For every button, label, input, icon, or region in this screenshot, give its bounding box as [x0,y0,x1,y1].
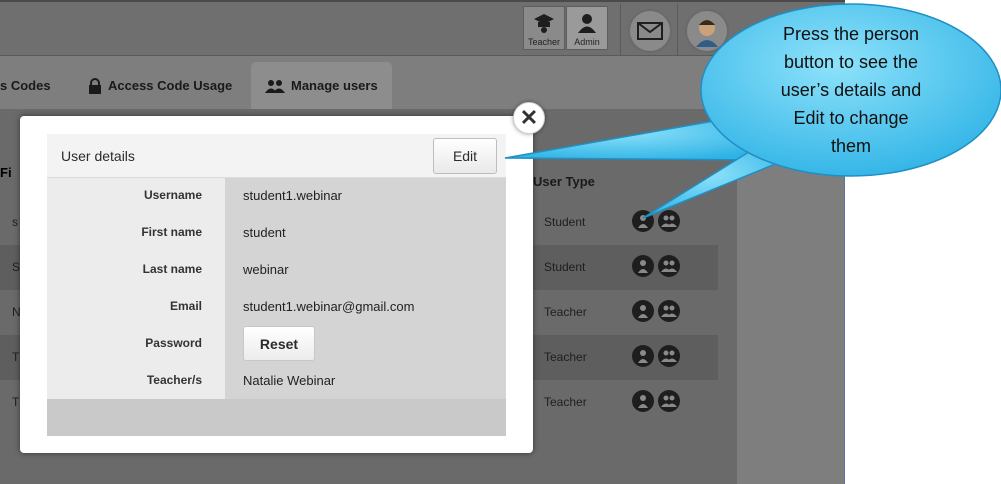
screenshot-stage: Teacher Admin s Codes Access Code Usage … [0,0,1001,484]
callout-text: Press the person button to see the user’… [746,20,956,160]
callout-line: button to see the [783,52,919,72]
callout-line: Edit to change [793,108,909,128]
callout-line: user’s details and [780,80,922,100]
callout-line: them [830,136,872,156]
callout-line: Press the person [782,24,920,44]
